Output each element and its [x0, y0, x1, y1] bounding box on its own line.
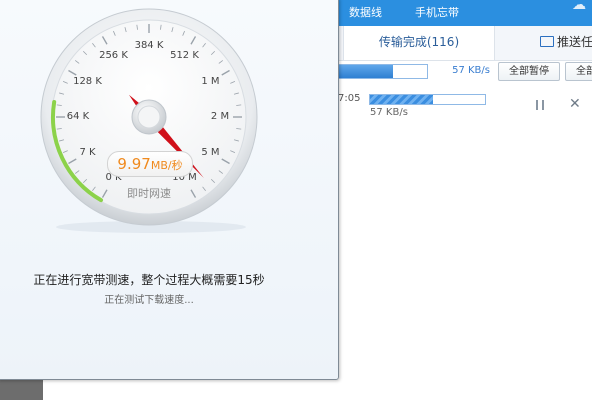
close-icon[interactable]: ✕: [569, 97, 581, 111]
task-progress-fill: [370, 95, 434, 104]
overall-speed: 57 KB/s: [452, 65, 490, 76]
task-speed: 57 KB/s: [370, 107, 408, 118]
tab-transfer-complete[interactable]: 传输完成(116): [343, 26, 495, 60]
gauge-tick-label: 2 M: [210, 111, 230, 122]
gauge-tick-label: 64 K: [66, 111, 90, 122]
push-task-label: 推送任务: [557, 35, 592, 49]
test-status: 正在测试下载速度...: [104, 295, 194, 306]
task-time: 7:05: [338, 93, 361, 104]
speed-value: 9.97: [117, 155, 151, 173]
all-button[interactable]: 全部: [565, 62, 592, 81]
pause-all-button[interactable]: 全部暂停: [498, 62, 560, 81]
tab-phone-forgot[interactable]: 手机忘带: [415, 0, 459, 26]
test-message: 正在进行宽带测速，整个过程大概需要15秒: [33, 273, 265, 287]
gauge-tick-label: 384 K: [134, 40, 164, 51]
gauge-tick-label: 128 K: [73, 75, 102, 87]
desktop-taskbar-fragment: [0, 378, 43, 400]
gauge-tick-label: 1 M: [201, 75, 220, 87]
gauge-tick-label: 256 K: [99, 49, 128, 61]
tab-data-cable[interactable]: 数据线: [349, 0, 382, 26]
speed-readout: 9.97MB/秒: [107, 151, 193, 177]
overall-progress-bar: [336, 64, 428, 79]
task-row[interactable]: [338, 86, 592, 126]
overall-progress-fill: [337, 65, 393, 78]
gauge-caption: 即时网速: [127, 187, 171, 200]
gauge-tick-label: 5 M: [201, 146, 220, 158]
speed-unit: MB/秒: [150, 159, 183, 172]
speedometer-gauge: [40, 8, 258, 233]
task-progress-bar: [369, 94, 486, 105]
monitor-icon: [540, 36, 554, 47]
gauge-tick-label: 512 K: [170, 49, 199, 61]
app-logo-icon: ☁: [572, 0, 586, 13]
tab-push-task[interactable]: 推送任务: [540, 26, 592, 60]
speed-test-dialog: 0 K7 K 64 K 128 K 256 K 384 K 512 K1 M2 M5 M1…: [0, 0, 339, 380]
pause-icon[interactable]: [536, 100, 544, 110]
gauge-tick-label: 7 K: [79, 146, 96, 158]
